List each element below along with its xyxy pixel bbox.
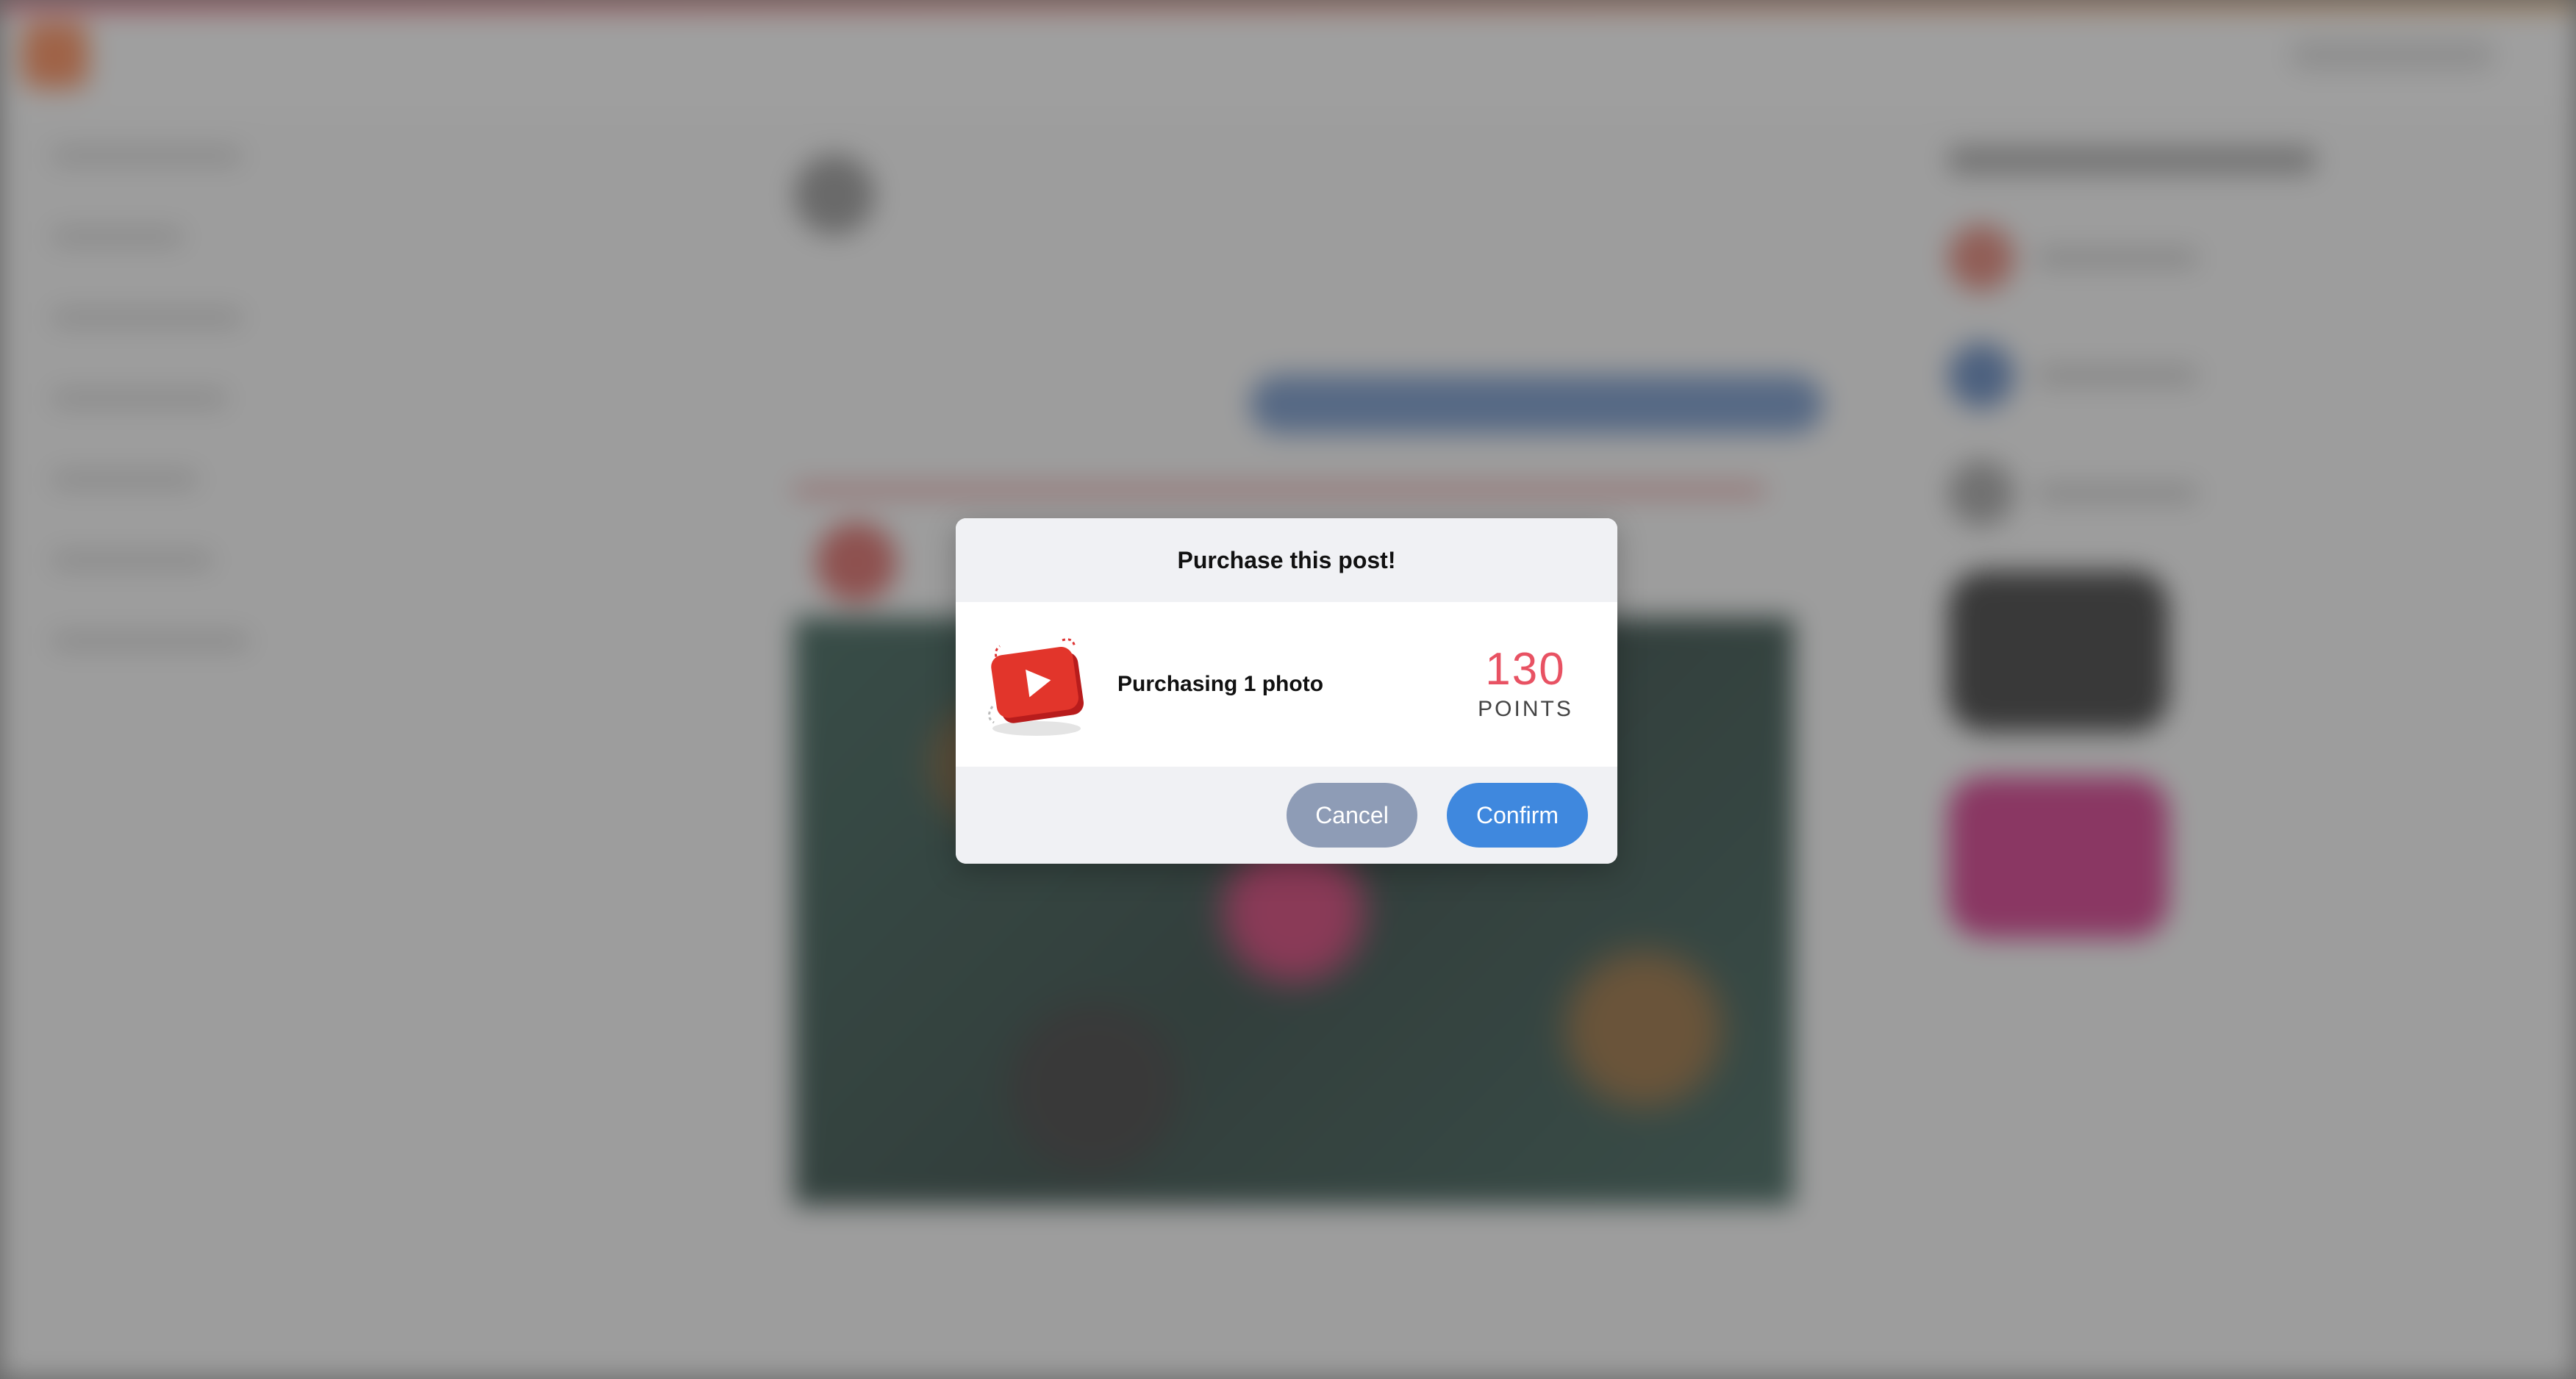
modal-header: Purchase this post!	[956, 518, 1617, 602]
modal-footer: Cancel Confirm	[956, 767, 1617, 864]
cancel-button[interactable]: Cancel	[1287, 783, 1417, 848]
price-value: 130	[1485, 644, 1566, 695]
price-display: 130 POINTS	[1463, 647, 1588, 722]
purchase-modal: Purchase this post! Purchasing 1 photo 1…	[956, 518, 1617, 864]
confirm-button[interactable]: Confirm	[1447, 783, 1588, 848]
price-unit: POINTS	[1478, 697, 1573, 721]
modal-body: Purchasing 1 photo 130 POINTS	[956, 602, 1617, 767]
purchase-description: Purchasing 1 photo	[1117, 672, 1324, 696]
modal-title: Purchase this post!	[1177, 546, 1396, 573]
video-play-icon	[978, 626, 1095, 743]
